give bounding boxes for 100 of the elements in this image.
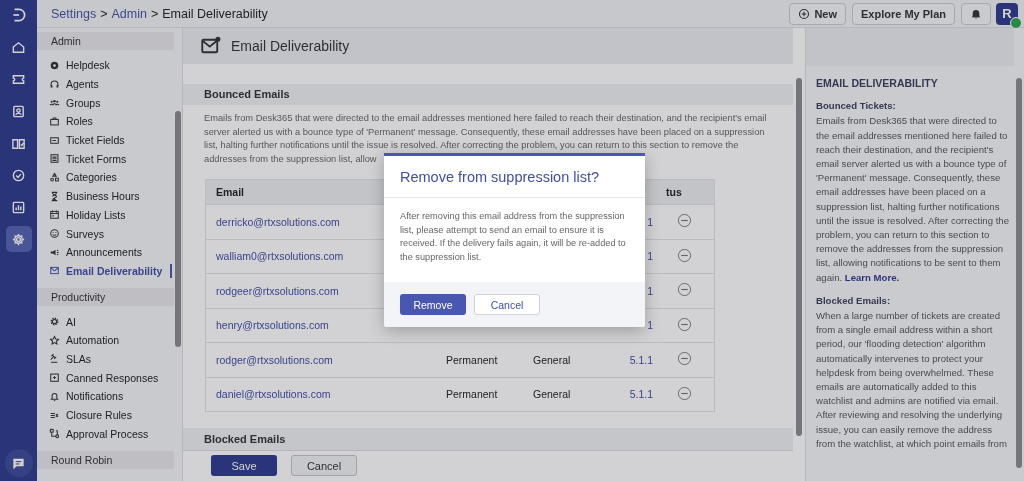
cancel-button[interactable]: Cancel bbox=[291, 455, 357, 477]
sidebar-item[interactable]: Holiday Lists bbox=[37, 205, 174, 225]
shapes-icon bbox=[49, 171, 60, 183]
email-link[interactable]: rodger@rtxsolutions.com bbox=[216, 353, 333, 366]
section-header: Blocked Emails bbox=[183, 428, 793, 450]
code-link[interactable]: 5.1.1 bbox=[629, 388, 653, 401]
breadcrumb-link[interactable]: Admin bbox=[111, 6, 147, 21]
sidebar-item[interactable]: Categories bbox=[37, 168, 174, 187]
home-icon bbox=[11, 39, 26, 55]
table-cell: General bbox=[533, 388, 571, 401]
form-field-icon bbox=[49, 134, 60, 146]
remove-button[interactable]: Remove bbox=[400, 294, 466, 315]
chart-icon bbox=[11, 199, 26, 215]
briefcase-icon bbox=[49, 115, 60, 127]
sidebar-item[interactable]: Agents bbox=[37, 74, 174, 94]
scrollbar-thumb[interactable] bbox=[175, 111, 181, 347]
page-title: Email Deliverability bbox=[231, 37, 350, 54]
description-text: addresses from the suppression list, allow bbox=[204, 152, 378, 166]
sidebar-item[interactable]: Announcements bbox=[37, 242, 174, 262]
code-link[interactable]: 5.1.1 bbox=[629, 353, 653, 366]
sidebar-item[interactable]: Canned Responses bbox=[37, 368, 174, 387]
settings-icon bbox=[11, 231, 26, 247]
column-header: tus bbox=[666, 186, 682, 199]
contact-card-icon bbox=[11, 103, 26, 119]
help-title: EMAIL DELIVERABILITY bbox=[816, 76, 939, 91]
section-header: Round Robin bbox=[37, 451, 174, 470]
sidebar-item[interactable]: AI bbox=[37, 312, 174, 331]
email-link[interactable]: daniel@rtxsolutions.com bbox=[216, 388, 331, 401]
explore-plan-button[interactable]: Explore My Plan bbox=[852, 2, 955, 25]
sidebar-item[interactable]: Approval Process bbox=[37, 424, 174, 444]
life-ring-icon bbox=[49, 59, 60, 71]
remove-icon[interactable] bbox=[677, 247, 692, 263]
sidebar-item[interactable]: Ticket Forms bbox=[37, 149, 174, 169]
flow-icon bbox=[49, 428, 60, 440]
bell-icon bbox=[49, 390, 60, 402]
scrollbar-thumb[interactable] bbox=[1016, 78, 1022, 468]
section-header: Productivity bbox=[37, 288, 174, 307]
remove-icon[interactable] bbox=[677, 282, 692, 298]
new-button[interactable]: New bbox=[789, 2, 846, 25]
envelope-icon bbox=[49, 265, 60, 277]
notifications-button[interactable] bbox=[961, 2, 991, 25]
email-link[interactable]: derricko@rtxsolutions.com bbox=[216, 215, 340, 228]
code-link[interactable]: 1 bbox=[647, 319, 653, 332]
sidebar-item[interactable]: Business Hours bbox=[37, 186, 174, 206]
remove-icon[interactable] bbox=[677, 351, 692, 367]
help-heading: Blocked Emails: bbox=[816, 293, 892, 308]
envelope-icon bbox=[201, 35, 221, 56]
table-cell: Permanent bbox=[446, 388, 498, 401]
sidebar-item[interactable]: Notifications bbox=[37, 387, 174, 406]
calendar-icon bbox=[49, 209, 60, 221]
breadcrumb-separator: > bbox=[100, 6, 108, 21]
table-cell: General bbox=[533, 353, 571, 366]
sidebar-item[interactable]: Ticket Fields bbox=[37, 130, 174, 150]
dialog-title: Remove from suppression list? bbox=[384, 156, 645, 198]
headset-icon bbox=[49, 78, 60, 90]
email-link[interactable]: rodgeer@rtxsolutions.com bbox=[216, 284, 339, 297]
list-icon bbox=[49, 153, 60, 165]
sidebar-item[interactable]: SLAs bbox=[37, 349, 174, 369]
description-text: server alerted us with a bounce type of 'Permanent' message. Consequently, these email addresses have been placed on a suppression bbox=[204, 125, 766, 139]
sidebar-item[interactable]: Email Deliverability bbox=[37, 261, 174, 281]
plus-circle-icon bbox=[798, 7, 811, 20]
section-header: Admin bbox=[37, 32, 174, 50]
breadcrumb-separator: > bbox=[150, 6, 159, 21]
table-cell: Permanent bbox=[446, 353, 498, 366]
sidebar-item[interactable]: Surveys bbox=[37, 224, 174, 243]
sidebar-item[interactable]: Closure Rules bbox=[37, 405, 174, 425]
sidebar-item[interactable]: Groups bbox=[37, 93, 174, 113]
check-circle-icon bbox=[11, 167, 26, 183]
email-link[interactable]: henry@rtxsolutions.com bbox=[216, 319, 329, 332]
code-link[interactable]: 1 bbox=[647, 250, 653, 263]
breadcrumb-link[interactable]: Settings bbox=[51, 6, 97, 21]
description-text: list, halting further notifications until the issue is resolved. After correcting the problem, you can return to this section to remove the bbox=[204, 139, 740, 153]
remove-icon[interactable] bbox=[677, 213, 692, 229]
gavel-icon bbox=[49, 353, 60, 365]
learn-more-link[interactable]: Learn More. bbox=[844, 271, 900, 283]
description-text: Emails from Desk365 that were directed to the email addresses mentioned here failed to reach their destination, and the recipient's email bbox=[204, 112, 768, 126]
dialog-message: After removing this email address from the suppression list, please attempt to send an email to ensure it is received. If the delivery fails again, it will be re-added to the suppression list. bbox=[399, 210, 627, 264]
code-link[interactable]: 1 bbox=[647, 284, 653, 297]
star-icon bbox=[49, 334, 60, 346]
sidebar-item[interactable]: Helpdesk bbox=[37, 56, 174, 75]
help-heading: Bounced Tickets: bbox=[816, 99, 897, 114]
code-link[interactable]: 1 bbox=[647, 215, 653, 228]
help-text: When a large number of tickets are created from a single email address within a short period, our 'flooding detection' algorithm automatically intervenes to protect your helpdesk from being overwhelmed. These emails are automatically added to this watchlist and admins are notified via email. After reviewing and resolving the underlying issue, you can easily remove the address from the watchlist, at which point emails from bbox=[816, 309, 1008, 451]
cancel-button[interactable]: Cancel bbox=[474, 294, 540, 315]
smiley-icon bbox=[49, 228, 60, 240]
email-link[interactable]: walliam0@rtxsolutions.com bbox=[216, 250, 344, 263]
help-text: Emails from Desk365 that were directed to the email addresses mentioned here failed to reach their destination, and the recipient's email server alerted us with a bounce type of 'Permanent' message. Consequently, these email addresses have been placed on a suppression list, halting further notifications until the issue is resolved. After correcting the problem, you can return to this section to remove the addresses from the suppression list, allowing notifications to be sent to them again. Learn More. bbox=[816, 114, 1011, 285]
remove-icon[interactable] bbox=[677, 385, 692, 401]
save-button[interactable]: Save bbox=[211, 455, 277, 477]
chat-button[interactable] bbox=[4, 449, 33, 477]
sidebar-item[interactable]: Automation bbox=[37, 330, 174, 350]
sidebar-item[interactable]: Roles bbox=[37, 112, 174, 131]
reply-box-icon bbox=[49, 372, 60, 384]
hourglass-icon bbox=[49, 190, 60, 202]
remove-icon[interactable] bbox=[677, 316, 692, 332]
section-header: Bounced Emails bbox=[183, 83, 793, 106]
scrollbar-thumb[interactable] bbox=[796, 78, 802, 436]
bell-icon bbox=[970, 7, 982, 20]
settings-button[interactable] bbox=[5, 226, 32, 252]
breadcrumb-current: Email Deliverability bbox=[162, 6, 268, 21]
